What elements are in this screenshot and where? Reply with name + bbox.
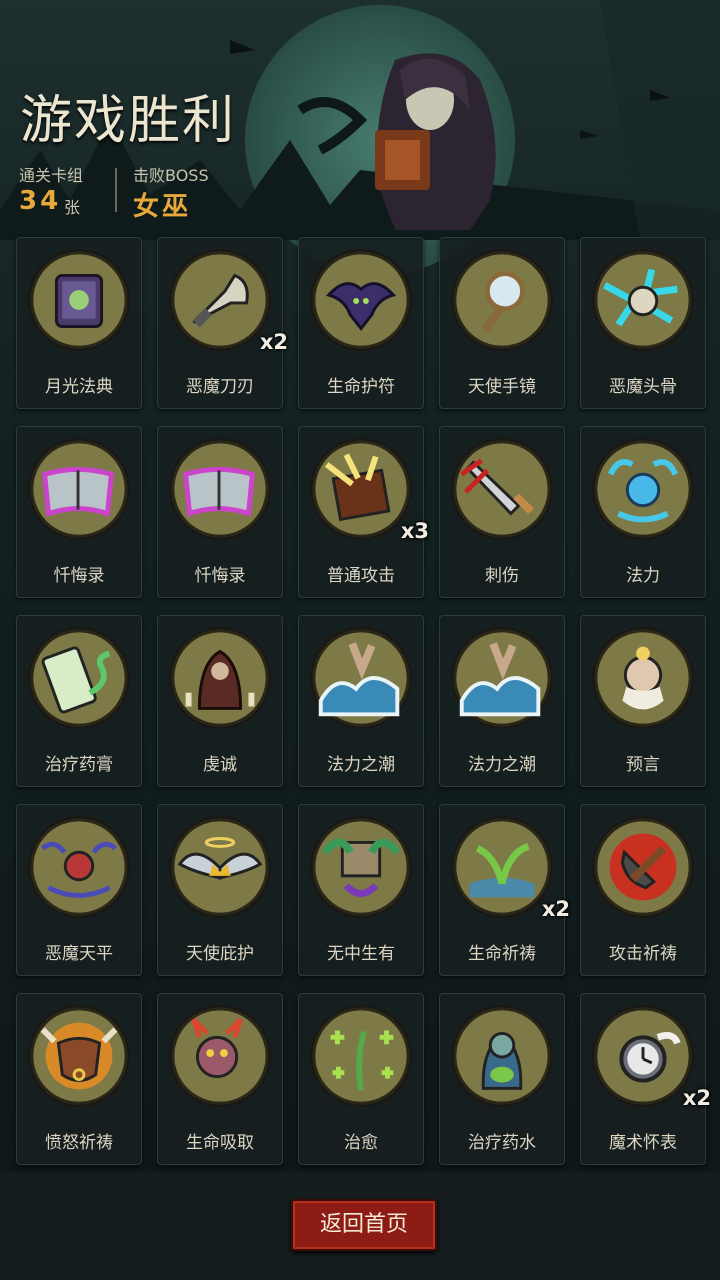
card-name: 生命护符 [327, 377, 395, 397]
bull-head-icon [27, 1004, 131, 1108]
deck-count: 34 [19, 186, 62, 216]
deck-card[interactable]: 天使庇护 [157, 804, 283, 976]
card-name: 法力之潮 [468, 755, 536, 775]
demon-scale-icon [27, 815, 131, 919]
deck-card[interactable]: 虔诚 [157, 615, 283, 787]
mana-orb-icon [591, 437, 695, 541]
deck-card[interactable]: 愤怒祈祷 [16, 993, 142, 1165]
card-name: 生命祈祷 [468, 944, 536, 964]
stat-divider [115, 168, 117, 212]
deck-card[interactable]: 月光法典 [16, 237, 142, 409]
return-home-button[interactable]: 返回首页 [291, 1199, 437, 1251]
card-name: 恶魔天平 [45, 944, 113, 964]
dagger-icon [450, 437, 554, 541]
victory-title: 游戏胜利 [20, 91, 237, 151]
attack-book-icon [309, 437, 413, 541]
card-count-badge: x2 [682, 1086, 711, 1110]
card-count-badge: x2 [259, 330, 288, 354]
deck-card[interactable]: 生命祈祷 x2 [439, 804, 570, 976]
spellbook-icon [27, 248, 131, 352]
deck-card[interactable]: 刺伤 [439, 426, 565, 598]
card-name: 预言 [626, 755, 660, 775]
deck-card[interactable]: 天使手镜 [439, 237, 565, 409]
deck-card[interactable]: 生命护符 [298, 237, 424, 409]
card-name: 恶魔刀刃 [186, 377, 254, 397]
card-name: 无中生有 [327, 944, 395, 964]
deck-card[interactable]: 治疗药膏 [16, 615, 142, 787]
skull-lightning-icon [591, 248, 695, 352]
sprout-box-icon [309, 815, 413, 919]
sprout-icon [450, 815, 554, 919]
card-name: 魔术怀表 [609, 1133, 677, 1153]
deck-card[interactable]: 普通攻击 x3 [298, 426, 429, 598]
deck-card[interactable]: 忏悔录 [16, 426, 142, 598]
card-name: 普通攻击 [327, 566, 395, 586]
deck-card[interactable]: 预言 [580, 615, 706, 787]
deck-card[interactable]: 法力 [580, 426, 706, 598]
card-name: 治疗药水 [468, 1133, 536, 1153]
bat-amulet-icon [309, 248, 413, 352]
glowing-book-icon [168, 437, 272, 541]
zombie-potion-icon [450, 1004, 554, 1108]
card-name: 法力 [626, 566, 660, 586]
deck-card[interactable]: 生命吸取 [157, 993, 283, 1165]
card-name: 治愈 [344, 1133, 378, 1153]
deck-card[interactable]: 恶魔头骨 [580, 237, 706, 409]
deck-card[interactable]: 魔术怀表 x2 [580, 993, 711, 1165]
card-name: 愤怒祈祷 [45, 1133, 113, 1153]
healing-plant-icon [309, 1004, 413, 1108]
deck-card[interactable]: 恶魔刀刃 x2 [157, 237, 288, 409]
deck-unit: 张 [64, 198, 81, 217]
card-name: 月光法典 [45, 377, 113, 397]
card-count-badge: x3 [400, 519, 429, 543]
angel-wings-icon [168, 815, 272, 919]
card-count-badge: x2 [541, 897, 570, 921]
card-name: 治疗药膏 [45, 755, 113, 775]
card-name: 法力之潮 [327, 755, 395, 775]
deck-label: 通关卡组 [19, 166, 84, 185]
axe-fire-icon [591, 815, 695, 919]
card-name: 攻击祈祷 [609, 944, 677, 964]
praying-monk-icon [168, 626, 272, 730]
demon-blade-icon [168, 248, 272, 352]
glowing-book-icon [27, 437, 131, 541]
card-name: 天使庇护 [186, 944, 254, 964]
pocket-watch-icon [591, 1004, 695, 1108]
card-name: 刺伤 [485, 566, 519, 586]
boss-label: 击败BOSS [133, 166, 209, 185]
wave-hand-icon [309, 626, 413, 730]
card-name: 忏悔录 [53, 566, 105, 586]
card-name: 恶魔头骨 [609, 377, 677, 397]
deck-card[interactable]: 治愈 [298, 993, 424, 1165]
wave-hand-icon [450, 626, 554, 730]
deck-card[interactable]: 法力之潮 [439, 615, 565, 787]
boss-name: 女巫 [133, 192, 192, 222]
deck-card[interactable]: 治疗药水 [439, 993, 565, 1165]
deck-card[interactable]: 无中生有 [298, 804, 424, 976]
prophet-icon [591, 626, 695, 730]
deck-card[interactable]: 恶魔天平 [16, 804, 142, 976]
deck-card[interactable]: 攻击祈祷 [580, 804, 706, 976]
hand-mirror-icon [450, 248, 554, 352]
card-name: 天使手镜 [468, 377, 536, 397]
demon-imp-icon [168, 1004, 272, 1108]
deck-card[interactable]: 忏悔录 [157, 426, 283, 598]
card-name: 虔诚 [203, 755, 237, 775]
deck-card[interactable]: 法力之潮 [298, 615, 424, 787]
card-name: 生命吸取 [186, 1133, 254, 1153]
ointment-tube-icon [27, 626, 131, 730]
card-name: 忏悔录 [194, 566, 246, 586]
